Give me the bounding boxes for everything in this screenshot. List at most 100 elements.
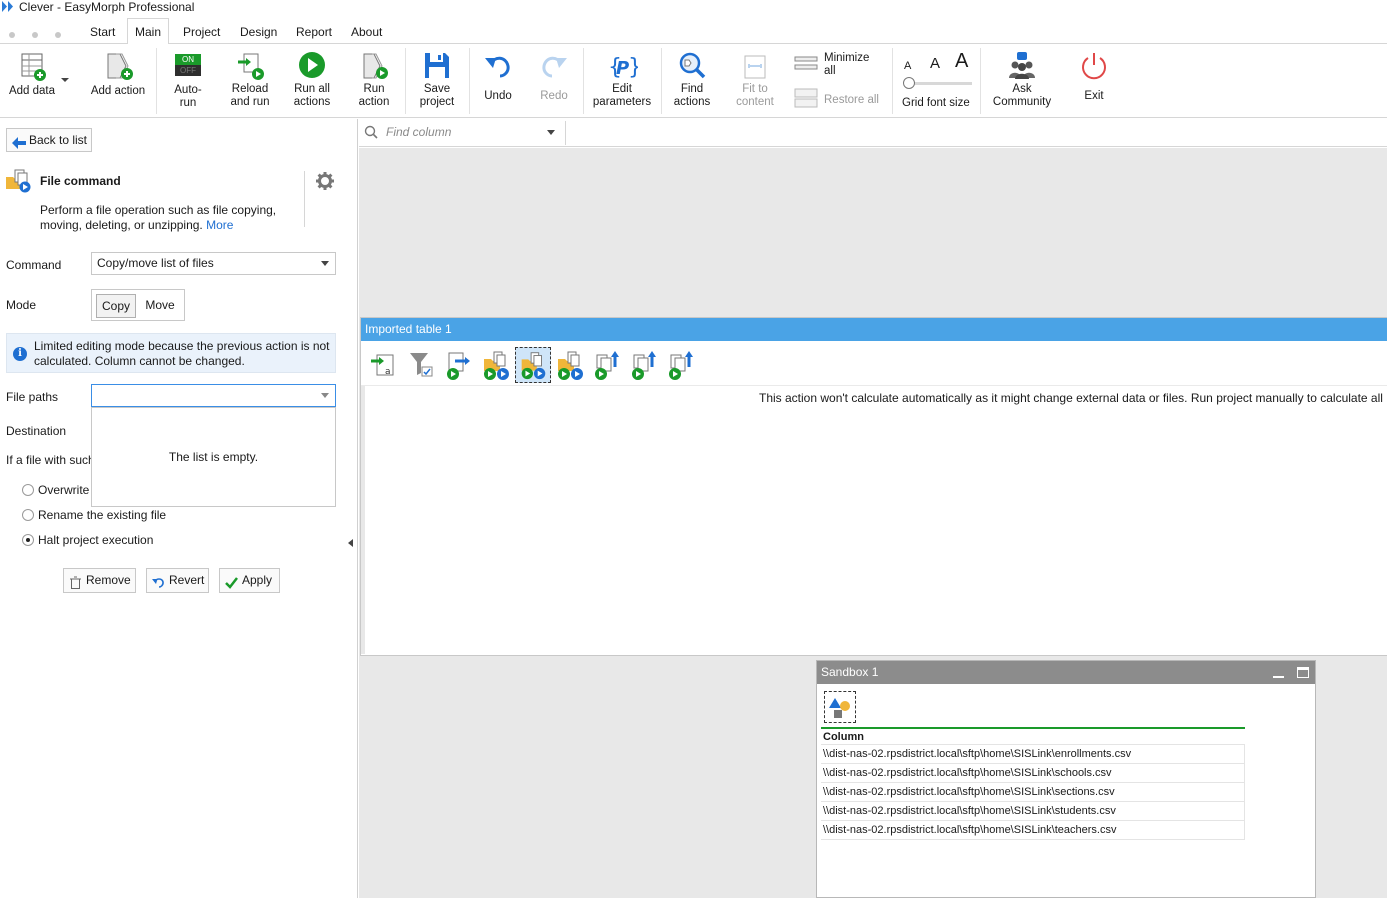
upload-action-icon[interactable] (589, 347, 625, 383)
upload-action-icon[interactable] (663, 347, 699, 383)
back-to-list-label: Back to list (29, 133, 88, 147)
limited-editing-text: Limited editing mode because the previou… (34, 339, 330, 368)
redo-icon (538, 50, 570, 82)
add-data-dropdown-icon[interactable] (61, 78, 69, 82)
chevron-down-icon[interactable] (547, 130, 555, 135)
table-row[interactable]: \\dist-nas-02.rpsdistrict.local\sftp\hom… (821, 764, 1245, 783)
find-actions-button[interactable]: Find actions (669, 50, 715, 109)
remove-button[interactable]: Remove (63, 568, 136, 593)
font-large-label[interactable]: A (955, 50, 968, 73)
run-all-actions-button[interactable]: Run all actions (288, 50, 336, 109)
radio-rename-existing[interactable]: Rename the existing file (22, 508, 166, 522)
reload-and-run-button[interactable]: Reload and run (224, 50, 276, 109)
more-link[interactable]: More (206, 218, 233, 232)
undo-button[interactable]: Undo (478, 50, 518, 103)
svg-text:}: } (628, 55, 638, 80)
minimize-label-1: Minimize (824, 52, 870, 64)
add-action-icon (102, 50, 134, 82)
tab-start[interactable]: Start (83, 22, 122, 44)
table-panel-title[interactable]: Imported table 1 (361, 318, 1387, 341)
maximize-icon[interactable] (1297, 667, 1309, 678)
fit-to-content-button[interactable]: Fit to content (732, 50, 778, 109)
tab-report[interactable]: Report (289, 22, 339, 44)
power-icon (1078, 50, 1110, 82)
add-data-label: Add data (8, 85, 56, 97)
ribbon-separator (405, 48, 406, 114)
reload-label-2: and run (230, 96, 270, 108)
file-paths-dropdown-list: The list is empty. (91, 407, 336, 507)
revert-button[interactable]: Revert (146, 568, 209, 593)
minimize-label-2: all (824, 65, 836, 77)
save-project-button[interactable]: Save project (413, 50, 461, 109)
edit-params-label-2: parameters (592, 96, 652, 108)
collapse-panel-icon[interactable] (348, 539, 353, 547)
shapes-icon[interactable] (824, 691, 856, 723)
find-bar-divider (565, 121, 566, 145)
menu-bar: Start Main Project Design Report About (0, 18, 1387, 45)
run-all-label-1: Run all (294, 83, 330, 95)
ask-community-button[interactable]: Ask Community (990, 50, 1054, 109)
add-data-button[interactable]: Add data (4, 50, 60, 98)
exit-label: Exit (1084, 90, 1104, 102)
ribbon-separator (892, 48, 893, 114)
file-command-action-selected-icon[interactable] (515, 347, 551, 383)
auto-run-off-label: OFF (175, 65, 201, 76)
header-divider (304, 171, 305, 227)
fit-label-2: content (736, 96, 774, 108)
chevron-down-icon (321, 393, 329, 398)
table-row[interactable]: \\dist-nas-02.rpsdistrict.local\sftp\hom… (821, 802, 1245, 821)
minimize-icon[interactable] (1273, 676, 1284, 678)
tab-main[interactable]: Main (127, 18, 170, 45)
mode-copy-option[interactable]: Copy (96, 294, 136, 318)
tab-about[interactable]: About (344, 22, 389, 44)
table-row[interactable]: \\dist-nas-02.rpsdistrict.local\sftp\hom… (821, 821, 1245, 840)
edit-parameters-button[interactable]: {P} Edit parameters (591, 50, 653, 109)
mode-toggle: Copy Move (91, 289, 185, 321)
import-action-icon[interactable]: a (367, 347, 403, 383)
gear-icon[interactable] (316, 172, 334, 190)
radio-halt-execution[interactable]: Halt project execution (22, 533, 153, 547)
export-action-icon[interactable] (441, 347, 477, 383)
font-size-slider-track[interactable] (908, 82, 972, 85)
remove-label: Remove (86, 573, 131, 587)
font-medium-label[interactable]: A (930, 55, 940, 72)
limited-editing-notice: i Limited editing mode because the previ… (6, 333, 336, 373)
back-to-list-button[interactable]: Back to list (6, 128, 92, 152)
radio-overwrite[interactable]: Overwrite (22, 483, 89, 497)
table-row[interactable]: \\dist-nas-02.rpsdistrict.local\sftp\hom… (821, 745, 1245, 764)
mode-move-option[interactable]: Move (140, 294, 180, 318)
add-action-button[interactable]: Add action (86, 50, 150, 98)
font-size-slider-handle[interactable] (903, 77, 915, 89)
font-small-label[interactable]: A (904, 60, 911, 72)
if-file-exists-label: If a file with such (6, 453, 95, 467)
upload-action-icon[interactable] (626, 347, 662, 383)
redo-label: Redo (540, 90, 568, 102)
sandbox-title[interactable]: Sandbox 1 (817, 661, 1315, 684)
arrow-left-icon (12, 134, 26, 149)
auto-run-toggle[interactable]: ON OFF Auto- run (166, 50, 210, 110)
command-select-value: Copy/move list of files (97, 256, 214, 270)
file-paths-select[interactable] (91, 384, 336, 407)
file-command-action-icon[interactable] (552, 347, 588, 383)
radio-overwrite-label: Overwrite (38, 483, 90, 497)
run-action-label-2: action (358, 96, 390, 108)
tab-project[interactable]: Project (176, 22, 227, 44)
redo-button[interactable]: Redo (534, 50, 574, 103)
apply-button[interactable]: Apply (219, 568, 280, 593)
table-panel-imported-table-1[interactable]: Imported table 1 a This action won't cal… (360, 317, 1387, 656)
undo-label: Undo (484, 90, 512, 102)
sandbox-panel[interactable]: Sandbox 1 Column \\dist-nas-02.rpsdistri… (816, 660, 1316, 898)
table-row[interactable]: \\dist-nas-02.rpsdistrict.local\sftp\hom… (821, 783, 1245, 802)
tab-design[interactable]: Design (233, 22, 284, 44)
command-select[interactable]: Copy/move list of files (91, 252, 336, 275)
find-column-input[interactable]: Find column (386, 125, 451, 139)
add-data-icon (16, 50, 48, 82)
file-command-action-icon[interactable] (478, 347, 514, 383)
run-action-button[interactable]: Run action (352, 50, 396, 109)
action-row-divider (361, 385, 1387, 386)
save-icon (421, 50, 453, 82)
exit-button[interactable]: Exit (1074, 50, 1114, 103)
filter-action-icon[interactable] (404, 347, 440, 383)
column-header[interactable]: Column (821, 727, 1245, 745)
title-bar: Clever - EasyMorph Professional (0, 0, 1387, 14)
